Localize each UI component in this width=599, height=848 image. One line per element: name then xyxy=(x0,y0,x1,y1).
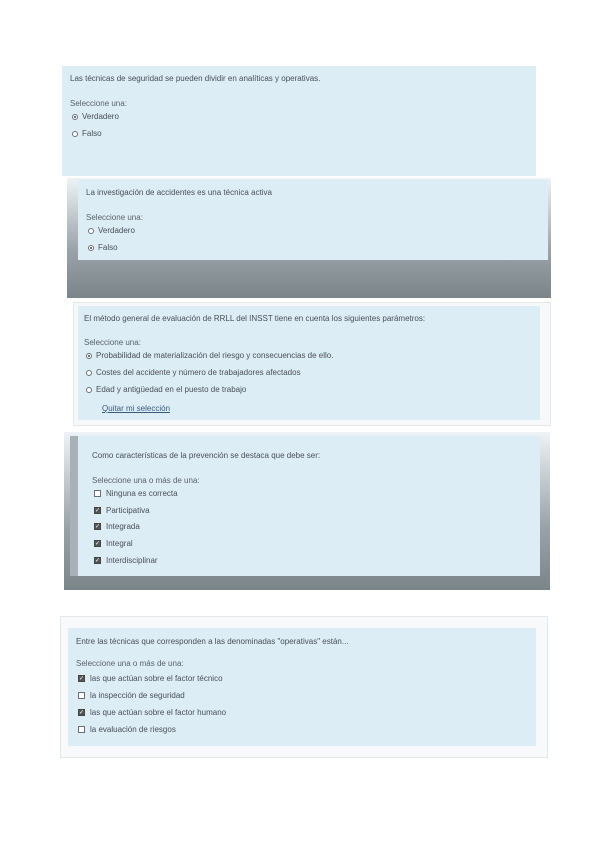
checkbox[interactable] xyxy=(78,692,85,699)
radio-button[interactable] xyxy=(86,369,92,376)
option-ninguna[interactable]: Ninguna es correcta xyxy=(94,489,178,498)
question-text: Como características de la prevención se… xyxy=(92,451,321,460)
radio-button[interactable] xyxy=(86,386,92,393)
option-label: Participativa xyxy=(106,506,150,515)
radio-button[interactable] xyxy=(86,352,92,359)
select-hint: Seleccione una: xyxy=(70,99,127,108)
select-hint: Seleccione una o más de una: xyxy=(92,476,200,485)
option-falso[interactable]: Falso xyxy=(72,129,102,138)
select-hint: Seleccione una o más de una: xyxy=(76,659,184,668)
option-label: Falso xyxy=(98,243,118,252)
question-card-4: Como características de la prevención se… xyxy=(70,436,540,576)
option-falso[interactable]: Falso xyxy=(88,243,118,252)
radio-button[interactable] xyxy=(88,244,94,251)
radio-button[interactable] xyxy=(88,227,94,234)
option-integrada[interactable]: Integrada xyxy=(94,522,140,531)
option-inspeccion[interactable]: la inspección de seguridad xyxy=(78,691,185,700)
option-label: Integral xyxy=(106,539,133,548)
clear-selection-link[interactable]: Quitar mi selección xyxy=(102,404,170,413)
select-hint: Seleccione una: xyxy=(86,213,143,222)
option-label: Verdadero xyxy=(98,226,135,235)
checkbox[interactable] xyxy=(78,726,85,733)
question-card-5: Entre las técnicas que corresponden a la… xyxy=(68,628,536,746)
question-text: La investigación de accidentes es una té… xyxy=(86,188,272,197)
option-label: las que actúan sobre el factor humano xyxy=(90,708,227,717)
option-participativa[interactable]: Participativa xyxy=(94,506,150,515)
question-text: El método general de evaluación de RRLL … xyxy=(84,314,426,323)
checkbox[interactable] xyxy=(94,490,101,497)
option-label: las que actúan sobre el factor técnico xyxy=(90,674,223,683)
option-factor-tecnico[interactable]: las que actúan sobre el factor técnico xyxy=(78,674,223,683)
option-verdadero[interactable]: Verdadero xyxy=(72,112,119,121)
select-hint: Seleccione una: xyxy=(84,338,141,347)
option-edad[interactable]: Edad y antigüedad en el puesto de trabaj… xyxy=(86,385,246,394)
question-card-3: El método general de evaluación de RRLL … xyxy=(78,306,540,420)
option-label: Ninguna es correcta xyxy=(106,489,178,498)
option-label: la inspección de seguridad xyxy=(90,691,185,700)
checkbox[interactable] xyxy=(94,523,101,530)
option-label: Integrada xyxy=(106,522,140,531)
option-evaluacion[interactable]: la evaluación de riesgos xyxy=(78,725,176,734)
question-card-2: La investigación de accidentes es una té… xyxy=(78,180,548,260)
option-label: Edad y antigüedad en el puesto de trabaj… xyxy=(96,385,247,394)
option-label: la evaluación de riesgos xyxy=(90,725,176,734)
option-probabilidad[interactable]: Probabilidad de materialización del ries… xyxy=(86,351,333,360)
radio-button[interactable] xyxy=(72,130,78,137)
question-text: Entre las técnicas que corresponden a la… xyxy=(76,637,349,646)
option-integral[interactable]: Integral xyxy=(94,539,133,548)
option-label: Interdisciplinar xyxy=(106,556,158,565)
question-card-1: Las técnicas de seguridad se pueden divi… xyxy=(62,66,536,176)
checkbox[interactable] xyxy=(94,507,101,514)
option-interdisciplinar[interactable]: Interdisciplinar xyxy=(94,556,158,565)
option-verdadero[interactable]: Verdadero xyxy=(88,226,135,235)
option-label: Verdadero xyxy=(82,112,119,121)
option-label: Costes del accidente y número de trabaja… xyxy=(96,368,301,377)
radio-button[interactable] xyxy=(72,113,78,120)
checkbox[interactable] xyxy=(94,540,101,547)
option-factor-humano[interactable]: las que actúan sobre el factor humano xyxy=(78,708,226,717)
option-label: Falso xyxy=(82,129,102,138)
checkbox[interactable] xyxy=(94,557,101,564)
checkbox[interactable] xyxy=(78,675,85,682)
option-costes[interactable]: Costes del accidente y número de trabaja… xyxy=(86,368,301,377)
checkbox[interactable] xyxy=(78,709,85,716)
option-label: Probabilidad de materialización del ries… xyxy=(96,351,334,360)
question-text: Las técnicas de seguridad se pueden divi… xyxy=(70,74,321,83)
